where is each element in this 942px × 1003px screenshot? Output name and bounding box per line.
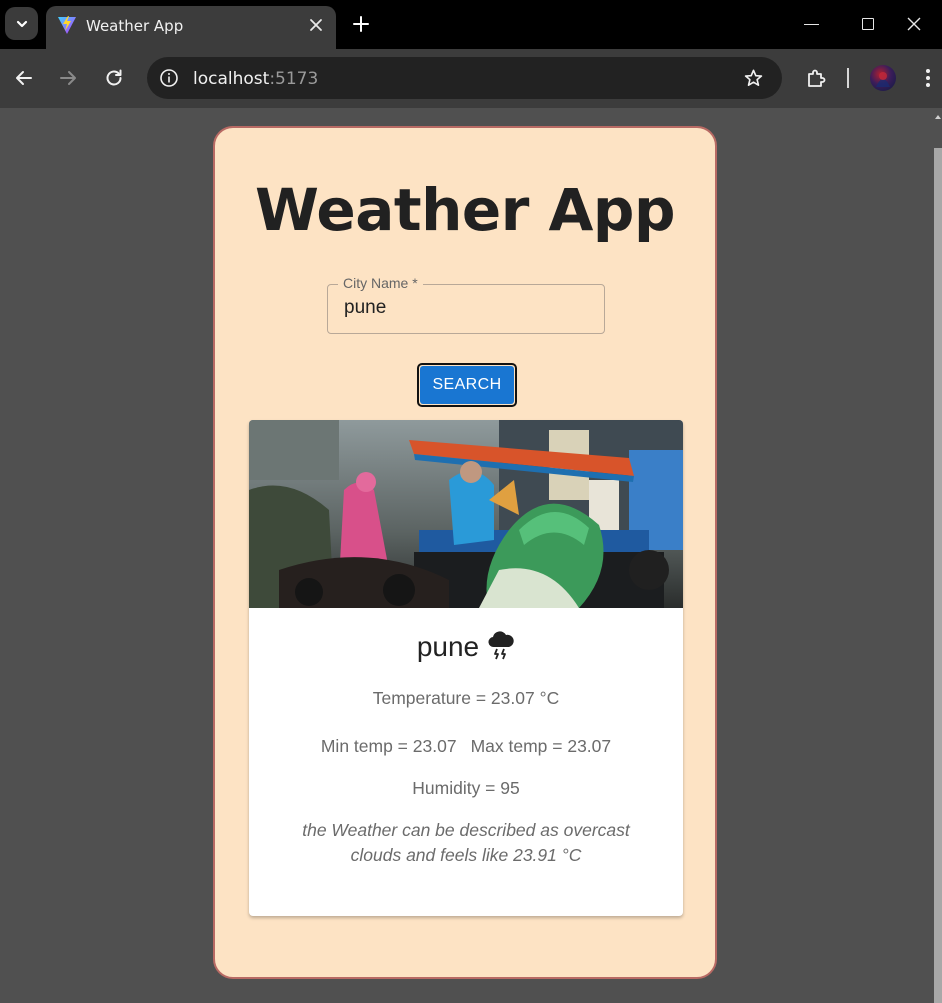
toolbar-divider bbox=[847, 68, 849, 88]
chevron-down-icon bbox=[16, 20, 27, 27]
bookmark-star-icon[interactable] bbox=[743, 68, 764, 89]
site-info-icon[interactable] bbox=[159, 68, 179, 88]
forward-arrow-icon[interactable] bbox=[57, 67, 79, 89]
close-window-icon[interactable] bbox=[906, 16, 922, 32]
min-max-temp: Min temp = 23.07 Max temp = 23.07 bbox=[249, 736, 683, 757]
url-port: :5173 bbox=[269, 69, 319, 89]
address-bar[interactable]: localhost:5173 bbox=[147, 57, 782, 99]
browser-tab[interactable]: Weather App bbox=[46, 6, 336, 49]
tab-title: Weather App bbox=[86, 17, 184, 35]
city-name-field[interactable]: City Name * bbox=[327, 275, 605, 334]
scroll-up-arrow-icon[interactable] bbox=[934, 110, 942, 124]
browser-toolbar: localhost:5173 bbox=[0, 49, 942, 108]
browser-tab-bar: Weather App bbox=[0, 0, 942, 49]
back-arrow-icon[interactable] bbox=[13, 67, 35, 89]
url-text: localhost:5173 bbox=[193, 69, 318, 89]
extensions-puzzle-icon[interactable] bbox=[805, 67, 827, 89]
search-button[interactable]: SEARCH bbox=[417, 363, 517, 407]
city-name-label: City Name * bbox=[338, 275, 423, 291]
profile-avatar-image bbox=[876, 72, 890, 87]
weather-description: the Weather can be described as overcast… bbox=[302, 820, 630, 865]
humidity-text: Humidity = 95 bbox=[412, 778, 520, 798]
min-temp-text: Min temp = 23.07 bbox=[320, 736, 457, 756]
page-title: Weather App bbox=[255, 176, 675, 244]
city-name-input[interactable] bbox=[344, 297, 594, 319]
tab-search-button[interactable] bbox=[5, 7, 38, 40]
weather-result-card: pune Temperature = 23.07 °C Min temp = 2… bbox=[249, 420, 683, 916]
thunderstorm-cloud-icon bbox=[488, 631, 514, 660]
more-menu-icon[interactable] bbox=[918, 67, 938, 89]
search-button-label: SEARCH bbox=[420, 366, 514, 404]
vite-favicon-icon bbox=[58, 16, 76, 34]
max-temp-text: Max temp = 23.07 bbox=[470, 736, 612, 756]
minimize-window-icon[interactable] bbox=[804, 24, 819, 25]
close-tab-icon[interactable] bbox=[308, 17, 324, 33]
weather-app-card: Weather App City Name * SEARCH bbox=[213, 126, 717, 979]
new-tab-icon[interactable] bbox=[352, 15, 370, 33]
reload-icon[interactable] bbox=[103, 67, 125, 89]
page-scrollbar-thumb[interactable] bbox=[934, 148, 942, 1003]
profile-avatar[interactable] bbox=[870, 65, 896, 91]
temperature-text: Temperature = 23.07 °C bbox=[372, 688, 560, 708]
rainy-street-photo bbox=[249, 420, 683, 608]
result-city-name: pune bbox=[416, 631, 480, 662]
url-host: localhost bbox=[193, 69, 270, 89]
maximize-window-icon[interactable] bbox=[862, 18, 874, 30]
result-city: pune bbox=[249, 630, 683, 663]
